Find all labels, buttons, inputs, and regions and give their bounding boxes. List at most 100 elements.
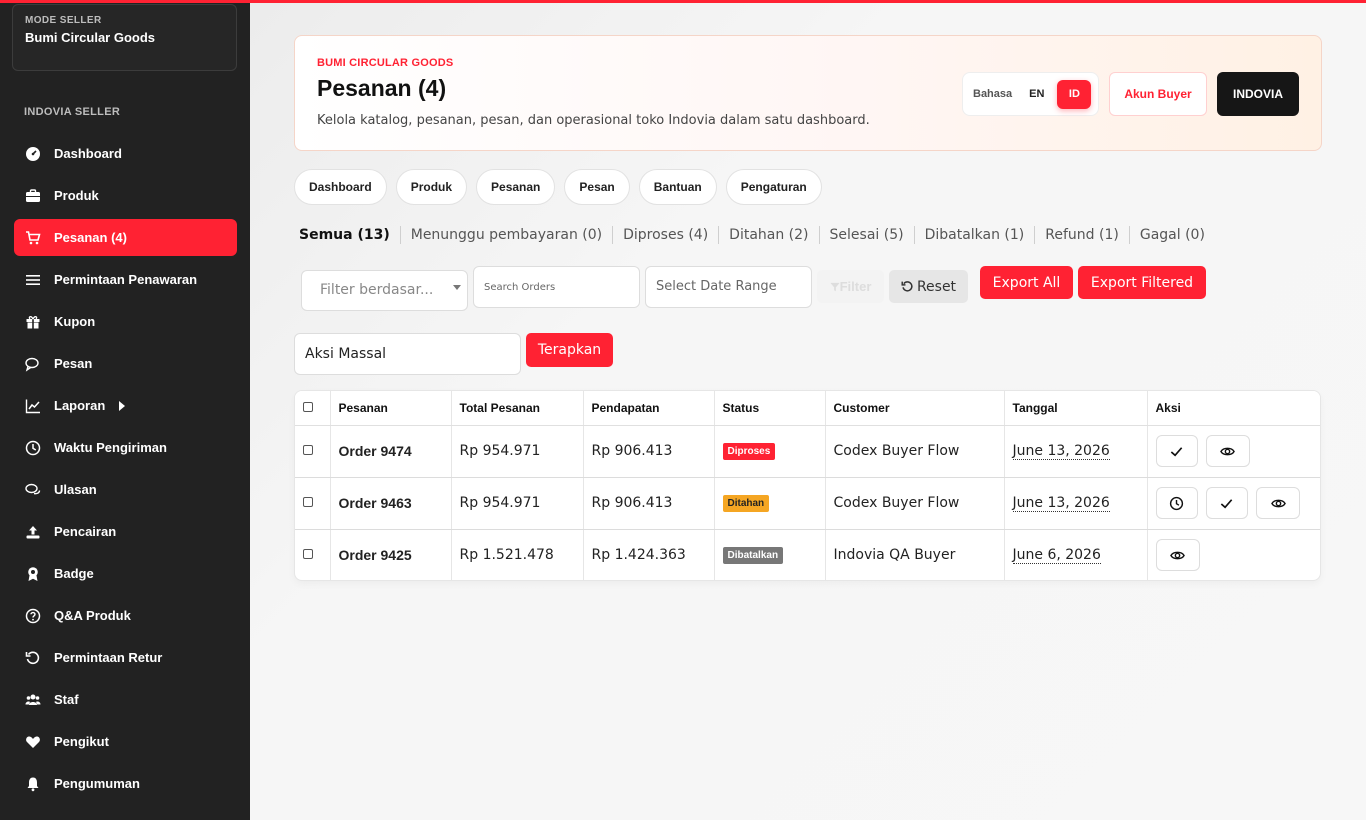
tab-semua[interactable]: Semua (13) bbox=[299, 226, 400, 244]
sidebar-item-qa-produk[interactable]: Q&A Produk bbox=[14, 597, 237, 634]
customer-name: Codex Buyer Flow bbox=[825, 477, 1005, 530]
order-date: June 13, 2026 bbox=[1012, 443, 1110, 460]
language-label: Bahasa bbox=[973, 88, 1013, 100]
order-status-tabs: Semua (13) Menunggu pembayaran (0) Dipro… bbox=[299, 226, 1215, 244]
column-header[interactable]: Customer bbox=[825, 391, 1005, 426]
search-orders-input[interactable]: Search Orders bbox=[473, 266, 640, 308]
sidebar-item-label: Staf bbox=[54, 692, 79, 707]
order-date-cell: June 13, 2026 bbox=[1004, 477, 1148, 530]
column-header[interactable]: Pesanan bbox=[330, 391, 452, 426]
quick-nav-pesanan[interactable]: Pesanan bbox=[476, 169, 556, 205]
row-checkbox[interactable] bbox=[303, 445, 313, 455]
filter-button-label: Filter bbox=[839, 279, 872, 294]
order-number[interactable]: Order 9463 bbox=[330, 477, 452, 530]
bell-icon bbox=[24, 775, 42, 793]
column-header[interactable]: Total Pesanan bbox=[451, 391, 584, 426]
table-row: Order 9425 Rp 1.521.478 Rp 1.424.363 Dib… bbox=[295, 529, 1320, 580]
indovia-home-button[interactable]: INDOVIA bbox=[1217, 72, 1299, 116]
filter-button[interactable]: Filter bbox=[817, 270, 884, 303]
clock-icon bbox=[24, 439, 42, 457]
page-description: Kelola katalog, pesanan, pesan, dan oper… bbox=[317, 113, 870, 128]
tab-ditahan[interactable]: Ditahan (2) bbox=[718, 226, 818, 244]
sidebar-item-produk[interactable]: Produk bbox=[14, 177, 237, 214]
actions-cell bbox=[1147, 477, 1320, 530]
tab-selesai[interactable]: Selesai (5) bbox=[818, 226, 914, 244]
view-order-button[interactable] bbox=[1155, 539, 1200, 572]
chart-line-icon bbox=[24, 397, 42, 415]
sidebar-item-dashboard[interactable]: Dashboard bbox=[14, 135, 237, 172]
select-all-checkbox[interactable] bbox=[303, 401, 313, 412]
sidebar-item-ulasan[interactable]: Ulasan bbox=[14, 471, 237, 508]
top-accent-bar bbox=[0, 0, 1366, 3]
bulk-action-select[interactable]: Aksi Massal bbox=[294, 333, 521, 375]
quick-nav-produk[interactable]: Produk bbox=[395, 169, 468, 205]
date-range-input[interactable]: Select Date Range bbox=[645, 266, 812, 308]
sidebar-item-permintaan-penawaran[interactable]: Permintaan Penawaran bbox=[14, 261, 237, 298]
lang-en-button[interactable]: EN bbox=[1029, 88, 1044, 100]
column-header[interactable]: Pendapatan bbox=[583, 391, 715, 426]
sidebar-item-pesan[interactable]: Pesan bbox=[14, 345, 237, 382]
status-cell: Ditahan bbox=[714, 477, 826, 530]
complete-order-button[interactable] bbox=[1155, 435, 1198, 467]
sidebar-item-label: Produk bbox=[54, 188, 99, 203]
sidebar-item-pengikut[interactable]: Pengikut bbox=[14, 723, 237, 760]
undo-icon bbox=[24, 649, 42, 667]
tab-refund[interactable]: Refund (1) bbox=[1034, 226, 1129, 244]
buyer-account-button[interactable]: Akun Buyer bbox=[1109, 72, 1207, 116]
sidebar-item-pencairan[interactable]: Pencairan bbox=[14, 513, 237, 550]
view-order-button[interactable] bbox=[1205, 435, 1250, 467]
column-header[interactable]: Tanggal bbox=[1004, 391, 1148, 426]
view-order-button[interactable] bbox=[1256, 487, 1301, 519]
filter-by-select[interactable]: Filter berdasar... bbox=[301, 270, 468, 311]
quick-nav-pengaturan[interactable]: Pengaturan bbox=[725, 169, 822, 205]
order-number[interactable]: Order 9425 bbox=[330, 529, 452, 580]
tab-gagal[interactable]: Gagal (0) bbox=[1128, 226, 1215, 244]
quick-nav-bantuan[interactable]: Bantuan bbox=[638, 169, 717, 205]
submenu-caret-icon bbox=[119, 400, 126, 411]
lang-id-button[interactable]: ID bbox=[1057, 79, 1092, 109]
filter-bar: Filter berdasar... Search Orders Select … bbox=[301, 266, 1351, 311]
column-header[interactable]: Status bbox=[714, 391, 826, 426]
cart-icon bbox=[24, 229, 42, 247]
tab-diproses[interactable]: Diproses (4) bbox=[612, 226, 718, 244]
dropdown-arrow-icon bbox=[453, 285, 461, 290]
row-checkbox[interactable] bbox=[303, 549, 313, 560]
funnel-icon bbox=[830, 282, 840, 291]
apply-bulk-button[interactable]: Terapkan bbox=[526, 333, 613, 367]
sidebar-item-waktu-pengiriman[interactable]: Waktu Pengiriman bbox=[14, 429, 237, 466]
sidebar-item-label: Dashboard bbox=[54, 146, 122, 161]
export-all-button[interactable]: Export All bbox=[980, 266, 1073, 299]
clock-icon bbox=[1169, 496, 1184, 510]
check-icon bbox=[1221, 498, 1233, 508]
sidebar-item-badge[interactable]: Badge bbox=[14, 555, 237, 592]
page-title: Pesanan (4) bbox=[317, 75, 447, 101]
quick-nav-dashboard[interactable]: Dashboard bbox=[294, 169, 387, 205]
process-order-button[interactable] bbox=[1155, 487, 1198, 519]
sidebar-item-pesanan[interactable]: Pesanan (4) bbox=[14, 219, 237, 256]
sidebar-item-kupon[interactable]: Kupon bbox=[14, 303, 237, 340]
export-filtered-button[interactable]: Export Filtered bbox=[1078, 266, 1206, 299]
sidebar-item-staf[interactable]: Staf bbox=[14, 681, 237, 718]
row-checkbox[interactable] bbox=[303, 497, 313, 507]
quick-nav-pesan[interactable]: Pesan bbox=[564, 169, 630, 205]
comments-icon bbox=[24, 481, 42, 499]
seller-mode-card[interactable]: MODE SELLER Bumi Circular Goods bbox=[12, 4, 237, 71]
order-total: Rp 1.521.478 bbox=[451, 529, 584, 580]
complete-order-button[interactable] bbox=[1205, 487, 1248, 519]
reset-button[interactable]: Reset bbox=[889, 270, 968, 303]
sidebar-item-permintaan-retur[interactable]: Permintaan Retur bbox=[14, 639, 237, 676]
order-number[interactable]: Order 9474 bbox=[330, 425, 452, 478]
sidebar-item-label: Waktu Pengiriman bbox=[54, 440, 167, 455]
customer-name: Codex Buyer Flow bbox=[825, 425, 1005, 478]
reset-button-label: Reset bbox=[916, 278, 957, 295]
dashboard-icon bbox=[24, 145, 42, 163]
main-content: BUMI CIRCULAR GOODS Pesanan (4) Kelola k… bbox=[250, 0, 1366, 820]
sidebar-item-pengumuman[interactable]: Pengumuman bbox=[14, 765, 237, 802]
sidebar-item-laporan[interactable]: Laporan bbox=[14, 387, 237, 424]
filter-by-placeholder: Filter berdasar... bbox=[320, 282, 434, 298]
customer-name: Indovia QA Buyer bbox=[825, 529, 1005, 580]
store-brand-label: BUMI CIRCULAR GOODS bbox=[317, 57, 454, 69]
tab-menunggu-pembayaran[interactable]: Menunggu pembayaran (0) bbox=[399, 226, 612, 244]
tab-dibatalkan[interactable]: Dibatalkan (1) bbox=[913, 226, 1035, 244]
sidebar-item-label: Kupon bbox=[54, 314, 96, 329]
